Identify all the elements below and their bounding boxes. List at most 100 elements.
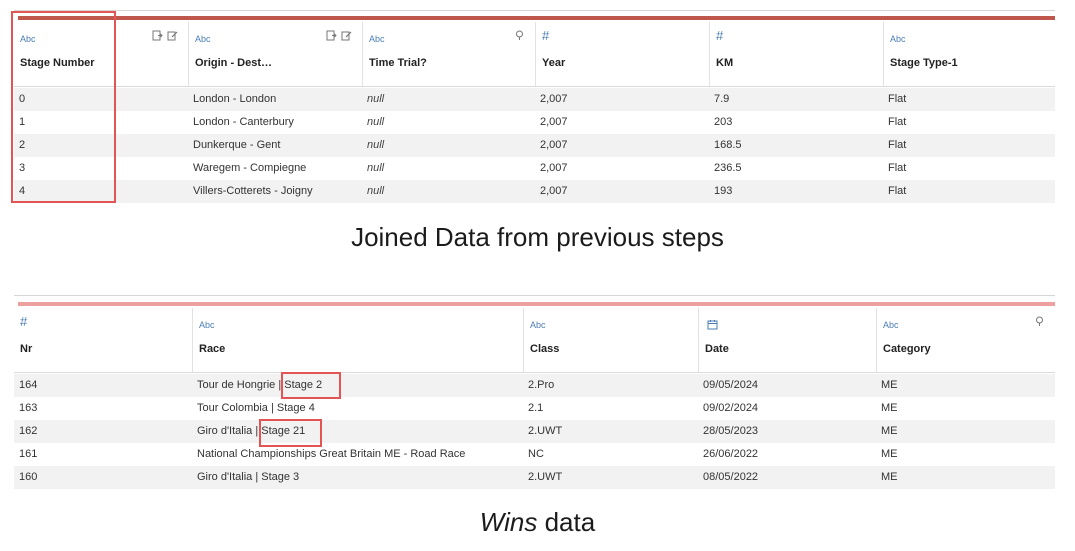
cell-date: 26/06/2022: [703, 448, 759, 460]
cell-race: National Championships Great Britain ME …: [197, 448, 466, 460]
cell-class: 2.1: [528, 402, 544, 414]
column-header-nr[interactable]: # Nr: [14, 308, 192, 372]
cell-category: ME: [881, 425, 898, 437]
cell-class: 2.Pro: [528, 379, 555, 391]
cell-stage-type: Flat: [888, 162, 907, 174]
cell-category: ME: [881, 471, 898, 483]
cell-year: 2,007: [540, 116, 568, 128]
cell-stage-number: 3: [19, 162, 26, 174]
header-actions: [326, 30, 352, 41]
cell-year: 2,007: [540, 162, 568, 174]
column-header-origin-dest[interactable]: Abc Origin - Dest…: [188, 22, 362, 86]
number-type-icon: #: [20, 314, 28, 329]
wins-data-table: # Nr Abc Race Abc Class Date Abc Categor…: [14, 295, 1055, 490]
column-name: Race: [199, 343, 226, 355]
cell-date: 09/05/2024: [703, 379, 759, 391]
cell-race: Tour de Hongrie | Stage 2: [197, 379, 323, 391]
cell-stage-number: 0: [19, 93, 26, 105]
export-icon[interactable]: [152, 30, 163, 41]
cell-origin-dest: London - Canterbury: [193, 116, 294, 128]
caption-joined-data: Joined Data from previous steps: [351, 222, 724, 252]
header-actions: [514, 30, 525, 41]
column-name: Category: [883, 343, 931, 355]
string-type-icon: Abc: [195, 34, 211, 44]
caption-wins-emphasis: Wins: [479, 507, 538, 537]
table-row[interactable]: 161 National Championships Great Britain…: [14, 443, 1055, 466]
cell-class: 2.UWT: [528, 471, 563, 483]
cell-category: ME: [881, 402, 898, 414]
string-type-icon: Abc: [890, 34, 906, 44]
edit-icon[interactable]: [341, 30, 352, 41]
table-row[interactable]: 2 Dunkerque - Gent null 2,007 168.5 Flat: [14, 134, 1055, 157]
cell-date: 09/02/2024: [703, 402, 759, 414]
column-name: Stage Type-1: [890, 57, 958, 69]
string-type-icon: Abc: [199, 320, 215, 330]
cell-year: 2,007: [540, 93, 568, 105]
string-type-icon: Abc: [369, 34, 385, 44]
caption-wins-rest: data: [537, 507, 596, 537]
cell-time-trial: null: [367, 93, 385, 105]
cell-class: NC: [528, 448, 544, 460]
table-row[interactable]: 0 London - London null 2,007 7.9 Flat: [14, 88, 1055, 111]
table-row[interactable]: 163 Tour Colombia | Stage 4 2.1 09/02/20…: [14, 397, 1055, 420]
cell-time-trial: null: [367, 162, 385, 174]
string-type-icon: Abc: [20, 34, 36, 44]
column-header-class[interactable]: Abc Class: [523, 308, 698, 372]
column-header-date[interactable]: Date: [698, 308, 876, 372]
column-header-category[interactable]: Abc Category: [876, 308, 1055, 372]
geo-role-icon[interactable]: [514, 30, 525, 41]
cell-km: 236.5: [714, 162, 742, 174]
table-top-border: [14, 10, 1055, 11]
table-accent-bar: [18, 16, 1055, 20]
column-name: Stage Number: [20, 57, 95, 69]
cell-year: 2,007: [540, 139, 568, 151]
cell-race: Giro d'Italia | Stage 21: [197, 425, 306, 437]
cell-nr: 162: [19, 425, 38, 437]
column-name: Time Trial?: [369, 57, 427, 69]
column-name: Origin - Dest…: [195, 57, 273, 69]
geo-role-icon[interactable]: [1034, 316, 1045, 327]
number-type-icon: #: [716, 28, 724, 43]
column-name: Nr: [20, 343, 33, 355]
table-row[interactable]: 162 Giro d'Italia | Stage 21 2.UWT 28/05…: [14, 420, 1055, 443]
cell-stage-number: 4: [19, 185, 26, 197]
export-icon[interactable]: [326, 30, 337, 41]
column-header-km[interactable]: # KM: [709, 22, 883, 86]
column-header-race[interactable]: Abc Race: [192, 308, 523, 372]
header-actions: [152, 30, 178, 41]
cell-nr: 163: [19, 402, 38, 414]
string-type-icon: Abc: [530, 320, 546, 330]
table-row[interactable]: 164 Tour de Hongrie | Stage 2 2.Pro 09/0…: [14, 374, 1055, 397]
cell-time-trial: null: [367, 116, 385, 128]
cell-stage-type: Flat: [888, 93, 907, 105]
cell-km: 193: [714, 185, 733, 197]
cell-class: 2.UWT: [528, 425, 563, 437]
cell-origin-dest: Waregem - Compiegne: [193, 162, 307, 174]
column-header-year[interactable]: # Year: [535, 22, 709, 86]
column-header-stage-type[interactable]: Abc Stage Type-1: [883, 22, 1055, 86]
cell-stage-type: Flat: [888, 185, 907, 197]
cell-stage-type: Flat: [888, 139, 907, 151]
cell-stage-number: 1: [19, 116, 26, 128]
cell-origin-dest: London - London: [193, 93, 277, 105]
column-name: KM: [716, 57, 734, 69]
table-row[interactable]: 3 Waregem - Compiegne null 2,007 236.5 F…: [14, 157, 1055, 180]
cell-nr: 161: [19, 448, 38, 460]
header-actions: [1034, 316, 1045, 327]
cell-origin-dest: Villers-Cotterets - Joigny: [193, 185, 313, 197]
joined-data-table: Abc Stage Number Abc Origin - Dest… Abc …: [14, 10, 1055, 204]
cell-km: 7.9: [714, 93, 730, 105]
table-row[interactable]: 1 London - Canterbury null 2,007 203 Fla…: [14, 111, 1055, 134]
cell-km: 203: [714, 116, 733, 128]
table-accent-bar: [18, 302, 1055, 306]
column-header-time-trial[interactable]: Abc Time Trial?: [362, 22, 535, 86]
table-row[interactable]: 4 Villers-Cotterets - Joigny null 2,007 …: [14, 180, 1055, 203]
cell-km: 168.5: [714, 139, 742, 151]
cell-origin-dest: Dunkerque - Gent: [193, 139, 281, 151]
string-type-icon: Abc: [883, 320, 899, 330]
table-row[interactable]: 160 Giro d'Italia | Stage 3 2.UWT 08/05/…: [14, 466, 1055, 489]
table-header: Abc Stage Number Abc Origin - Dest… Abc …: [14, 22, 1055, 87]
edit-icon[interactable]: [167, 30, 178, 41]
column-header-stage-number[interactable]: Abc Stage Number: [14, 22, 188, 86]
cell-category: ME: [881, 448, 898, 460]
